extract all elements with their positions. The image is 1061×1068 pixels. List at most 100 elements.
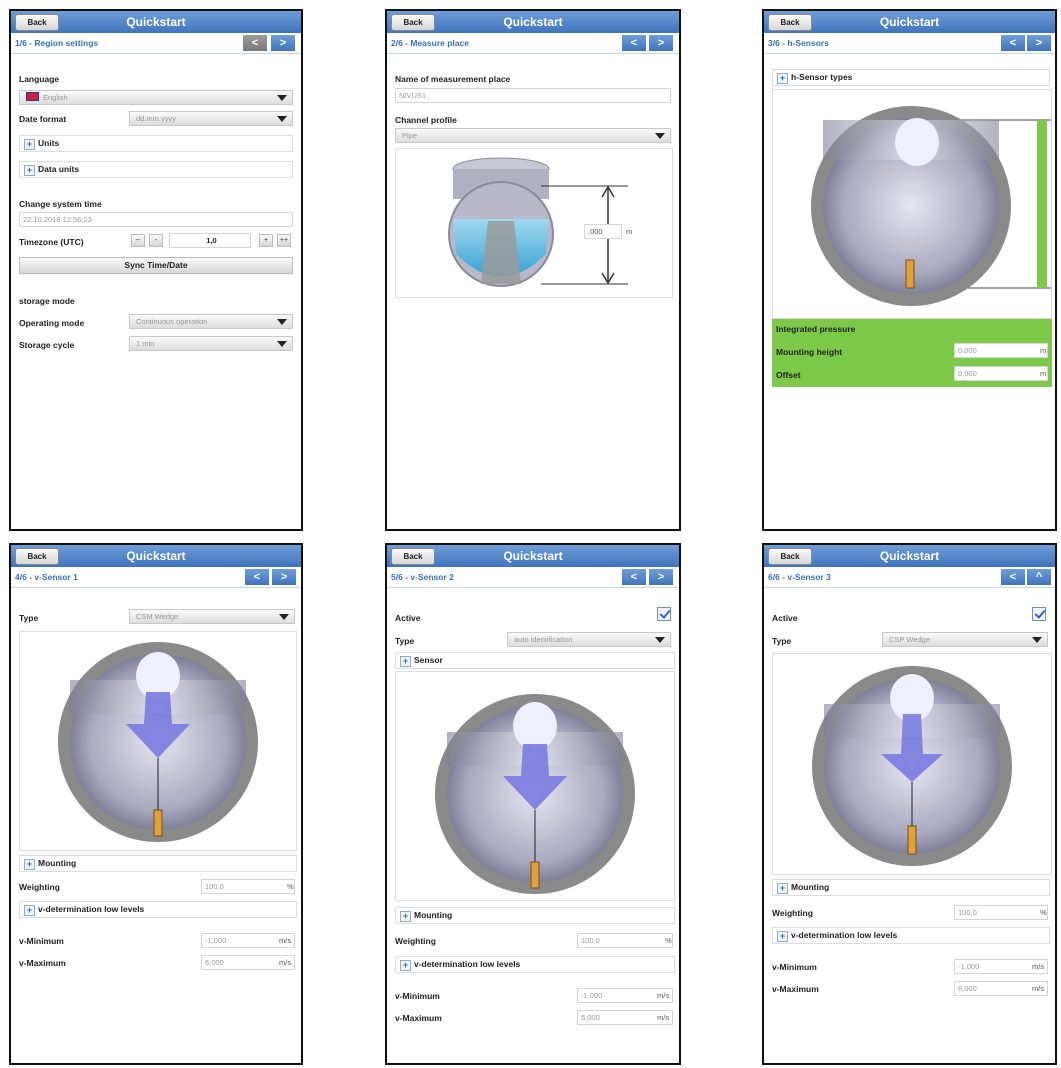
place-name-label: Name of measurement place (395, 74, 511, 84)
data-units-label: Data units (38, 164, 80, 174)
v-maximum-label: v-Maximum (772, 984, 819, 994)
storage-mode-label: storage mode (19, 296, 75, 306)
plus-icon: + (400, 911, 411, 922)
prev-button[interactable]: < (1001, 35, 1025, 51)
next-button[interactable]: > (649, 569, 673, 585)
pipe-dimension-field[interactable]: ,000 (584, 224, 622, 239)
active-label: Active (395, 613, 421, 623)
place-name-field[interactable]: NIVUS1 (395, 88, 671, 103)
low-levels-expander[interactable]: + v-determination low levels (772, 927, 1050, 944)
offset-unit: m (1040, 369, 1047, 378)
next-button[interactable]: > (272, 569, 296, 585)
v-maximum-label: v-Maximum (395, 1013, 442, 1023)
header-bar: Quickstart Back (11, 11, 301, 33)
sensor-expander[interactable]: + Sensor (395, 652, 675, 669)
mounting-expander[interactable]: + Mounting (395, 907, 675, 924)
low-levels-expander[interactable]: + v-determination low levels (19, 901, 297, 918)
plus-icon: + (777, 73, 788, 84)
v-maximum-label: v-Maximum (19, 958, 66, 968)
v-minimum-label: v-Minimum (772, 962, 817, 972)
language-select[interactable]: English (19, 90, 293, 105)
date-format-select[interactable]: dd.mm.yyyy (129, 111, 293, 126)
plus-icon: + (24, 859, 35, 870)
header-bar: Quickstart Back (387, 11, 679, 33)
sensor-label: Sensor (414, 655, 443, 665)
header-bar: Quickstart Back (764, 11, 1055, 33)
tz-increment-large-button[interactable]: ++ (277, 234, 291, 247)
pipe-profile-diagram: ,000 m (395, 148, 673, 298)
chevron-down-icon (277, 116, 287, 122)
v-maximum-unit: m/s (1032, 984, 1045, 993)
step-bar: 4/6 - v-Sensor 1 < > (11, 567, 301, 588)
chevron-down-icon (655, 133, 665, 139)
up-button[interactable]: ^ (1027, 569, 1051, 585)
back-button[interactable]: Back (391, 548, 435, 565)
low-levels-label: v-determination low levels (414, 959, 521, 969)
prev-button[interactable]: < (622, 569, 646, 585)
plus-icon: + (777, 931, 788, 942)
plus-icon: + (24, 905, 35, 916)
mounting-expander[interactable]: + Mounting (19, 855, 297, 872)
type-select[interactable]: auto identification (507, 632, 671, 647)
mounting-height-field[interactable]: 0,000 (954, 343, 1048, 358)
next-button[interactable]: > (649, 35, 673, 51)
flag-uk-icon (26, 92, 39, 101)
tz-decrement-button[interactable]: - (149, 234, 163, 247)
integrated-pressure-label: Integrated pressure (776, 324, 856, 334)
tz-decrement-large-button[interactable]: -- (131, 234, 145, 247)
storage-cycle-select[interactable]: 1 min (129, 336, 293, 351)
prev-button[interactable]: < (243, 35, 267, 51)
back-button[interactable]: Back (391, 14, 435, 31)
h-sensor-types-expander[interactable]: + h-Sensor types (772, 69, 1050, 86)
next-button[interactable]: > (271, 35, 295, 51)
low-levels-expander[interactable]: + v-determination low levels (395, 956, 675, 973)
channel-profile-value: Pipe (402, 131, 418, 140)
next-button[interactable]: > (1027, 35, 1051, 51)
weighting-field[interactable]: 100,0 (577, 933, 673, 948)
step-title: 5/6 - v-Sensor 2 (391, 572, 454, 582)
back-button[interactable]: Back (768, 14, 812, 31)
mounting-expander[interactable]: + Mounting (772, 879, 1050, 896)
units-expander[interactable]: + Units (19, 135, 293, 152)
plus-icon: + (24, 165, 35, 176)
step-bar: 1/6 - Region settings < > (11, 33, 301, 54)
timezone-value[interactable]: 1,0 (169, 233, 251, 248)
sync-time-button[interactable]: Sync Time/Date (19, 257, 293, 274)
step-title: 2/6 - Measure place (391, 38, 469, 48)
mounting-label: Mounting (38, 858, 77, 868)
data-units-expander[interactable]: + Data units (19, 161, 293, 178)
weighting-field[interactable]: 100,0 (954, 905, 1048, 920)
active-checkbox[interactable] (1032, 607, 1046, 621)
v-sensor-illustration (58, 642, 258, 842)
prev-button[interactable]: < (1001, 569, 1025, 585)
channel-profile-select[interactable]: Pipe (395, 128, 671, 143)
header-bar: Quickstart Back (387, 545, 679, 567)
v-maximum-unit: m/s (279, 958, 292, 967)
prev-button[interactable]: < (245, 569, 269, 585)
system-time-field[interactable]: 22.10.2018 12:56:23 (19, 212, 293, 227)
operating-mode-select[interactable]: Continuous operation (129, 314, 293, 329)
step-title: 4/6 - v-Sensor 1 (15, 572, 78, 582)
back-button[interactable]: Back (15, 14, 59, 31)
tz-increment-button[interactable]: + (259, 234, 273, 247)
panel-measure-place: Quickstart Back 2/6 - Measure place < > … (385, 9, 681, 531)
v-minimum-label: v-Minimum (395, 991, 440, 1001)
v-sensor-illustration (812, 666, 1012, 866)
offset-field[interactable]: 0,000 (954, 366, 1048, 381)
change-time-label: Change system time (19, 199, 102, 209)
panel-v-sensor-3: Quickstart Back 6/6 - v-Sensor 3 < ^ Act… (762, 543, 1057, 1065)
active-checkbox[interactable] (657, 607, 671, 621)
chevron-down-icon (279, 614, 289, 620)
weighting-field[interactable]: 100,0 (201, 879, 295, 894)
type-select[interactable]: CSP Wedge (882, 632, 1048, 647)
weighting-unit: % (665, 936, 672, 945)
panel-v-sensor-2: Quickstart Back 5/6 - v-Sensor 2 < > Act… (385, 543, 681, 1065)
type-select[interactable]: CSM Wedge (129, 609, 295, 624)
back-button[interactable]: Back (15, 548, 59, 565)
weighting-unit: % (1040, 908, 1047, 917)
header-bar: Quickstart Back (764, 545, 1055, 567)
prev-button[interactable]: < (622, 35, 646, 51)
back-button[interactable]: Back (768, 548, 812, 565)
level-bar (1037, 120, 1047, 288)
h-sensor-illustration (811, 106, 1051, 306)
